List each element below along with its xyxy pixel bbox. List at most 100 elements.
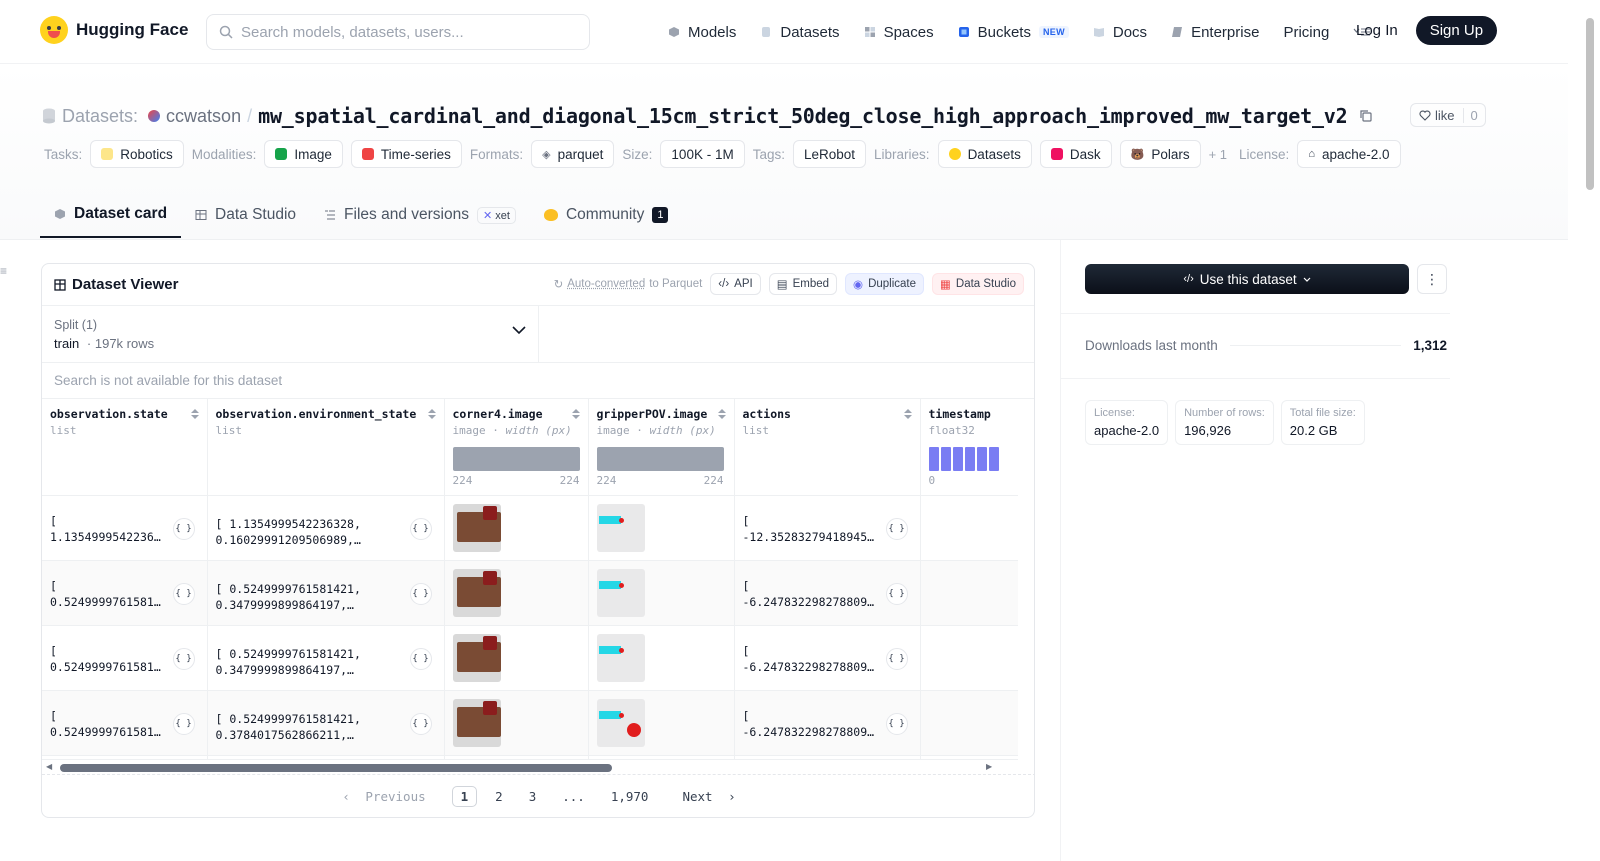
cell[interactable]: [ -6.247832298278809… { }: [734, 625, 921, 691]
histogram-bin[interactable]: [928, 447, 939, 471]
cell[interactable]: [588, 625, 735, 691]
cell[interactable]: [ 0.5249999761581… { }: [42, 560, 208, 626]
column-header[interactable]: actions list: [734, 399, 921, 496]
nav-datasets[interactable]: Datasets: [760, 18, 840, 46]
page-button[interactable]: 3: [521, 787, 545, 806]
like-button[interactable]: like 0: [1410, 103, 1486, 127]
scroll-right-icon[interactable]: ▶: [986, 762, 992, 771]
tab-dataset-card[interactable]: Dataset card: [40, 192, 182, 238]
page-button[interactable]: 1,970: [603, 787, 657, 806]
image-thumbnail[interactable]: [596, 568, 645, 617]
nav-models[interactable]: Models: [668, 18, 736, 46]
duplicate-button[interactable]: ◉ Duplicate: [845, 273, 925, 295]
more-options-icon[interactable]: ⋮: [1417, 264, 1447, 294]
image-thumbnail[interactable]: [596, 698, 645, 747]
sort-icon[interactable]: [717, 408, 726, 420]
cell[interactable]: [ -6.247832298278809… { }: [734, 560, 921, 626]
column-header[interactable]: observation.state list: [42, 399, 208, 496]
cell[interactable]: [444, 560, 589, 626]
cell[interactable]: [ 1.1354999542236… { }: [42, 495, 208, 561]
nav-buckets[interactable]: Buckets NEW: [958, 18, 1069, 46]
horizontal-scrollbar[interactable]: ◀ ▶: [42, 759, 1018, 773]
tag-datasets-lib[interactable]: Datasets: [937, 140, 1032, 168]
table-row[interactable]: [ 0.5249999761581… { } [ 0.52499997615814…: [42, 560, 1018, 626]
cell[interactable]: [444, 690, 589, 756]
image-thumbnail[interactable]: [452, 698, 501, 747]
page-scrollbar[interactable]: [1586, 18, 1594, 190]
cell[interactable]: [ 0.5249999761581… { }: [42, 690, 208, 756]
tag-robotics[interactable]: Robotics: [90, 140, 184, 168]
nav-spaces[interactable]: Spaces: [864, 18, 934, 46]
cell[interactable]: [ 0.5249999761581… { }: [42, 625, 208, 691]
page-button-current[interactable]: 1: [451, 786, 478, 807]
owner-link[interactable]: ccwatson: [166, 106, 241, 127]
image-thumbnail[interactable]: [452, 503, 501, 552]
datasets-prefix[interactable]: Datasets:: [62, 106, 138, 127]
table-row[interactable]: [ 0.5249999761581… { } [ 0.52499997615814…: [42, 625, 1018, 691]
cell[interactable]: [588, 690, 735, 756]
login-link[interactable]: Log In: [1356, 22, 1398, 39]
column-header[interactable]: corner4.image image · width (px) 224 224: [444, 399, 589, 496]
tag-lerobot[interactable]: LeRobot: [792, 140, 867, 168]
histogram-bin[interactable]: [940, 447, 951, 471]
image-thumbnail[interactable]: [452, 633, 501, 682]
column-header[interactable]: gripperPOV.image image · width (px) 224 224: [588, 399, 735, 496]
nav-enterprise[interactable]: Enterprise: [1171, 18, 1259, 46]
histogram-bin[interactable]: [964, 447, 975, 471]
cell[interactable]: [920, 495, 1018, 561]
data-grid[interactable]: observation.state list observation.enviro…: [42, 399, 1018, 759]
data-studio-button[interactable]: ▦ Data Studio: [932, 273, 1024, 295]
column-header[interactable]: timestamp float32 0: [920, 399, 1018, 496]
more-libraries[interactable]: + 1: [1209, 147, 1227, 162]
api-button[interactable]: ‹/› API: [710, 273, 761, 295]
tab-files[interactable]: Files and versions ✕ xet: [310, 192, 530, 238]
json-view-icon[interactable]: { }: [885, 517, 908, 540]
json-view-icon[interactable]: { }: [409, 582, 432, 605]
nav-pricing[interactable]: Pricing: [1283, 18, 1329, 46]
tag-parquet[interactable]: ◈ parquet: [531, 140, 615, 168]
use-this-dataset-button[interactable]: ‹/› Use this dataset: [1085, 264, 1409, 294]
image-thumbnail[interactable]: [596, 633, 645, 682]
histogram-bin[interactable]: [952, 447, 963, 471]
cell[interactable]: [ 0.5249999761581421, 0.3479999899864197…: [207, 560, 445, 626]
column-header[interactable]: observation.environment_state list: [207, 399, 445, 496]
nav-docs[interactable]: Docs: [1093, 18, 1147, 46]
histogram-bar[interactable]: [452, 447, 580, 471]
json-view-icon[interactable]: { }: [172, 712, 195, 735]
sort-icon[interactable]: [571, 408, 580, 420]
cell[interactable]: [920, 690, 1018, 756]
previous-page-button[interactable]: ‹ Previous: [334, 787, 441, 806]
logo[interactable]: Hugging Face: [40, 16, 188, 44]
cell[interactable]: [920, 560, 1018, 626]
cell[interactable]: [ 0.5249999761581421, 0.3784017562866211…: [207, 690, 445, 756]
json-view-icon[interactable]: { }: [409, 517, 432, 540]
json-view-icon[interactable]: { }: [409, 647, 432, 670]
tag-image[interactable]: Image: [264, 140, 343, 168]
json-view-icon[interactable]: { }: [172, 647, 195, 670]
json-view-icon[interactable]: { }: [885, 647, 908, 670]
copy-icon[interactable]: [1359, 109, 1373, 123]
page-button[interactable]: 2: [487, 787, 511, 806]
cell[interactable]: [444, 495, 589, 561]
histogram-bar[interactable]: [596, 447, 724, 471]
json-view-icon[interactable]: { }: [172, 517, 195, 540]
cell[interactable]: [ 0.5249999761581421, 0.3479999899864197…: [207, 625, 445, 691]
signup-button[interactable]: Sign Up: [1415, 16, 1498, 45]
tab-community[interactable]: Community 1: [530, 192, 683, 238]
search-input[interactable]: [241, 23, 561, 41]
cell[interactable]: [ -12.35283279418945… { }: [734, 495, 921, 561]
auto-converted-link[interactable]: Auto-converted: [567, 278, 645, 290]
json-view-icon[interactable]: { }: [172, 582, 195, 605]
cell[interactable]: [588, 560, 735, 626]
histogram-bin[interactable]: [976, 447, 987, 471]
horizontal-scroll-thumb[interactable]: [60, 764, 612, 772]
tag-license[interactable]: ⌂ apache-2.0: [1297, 140, 1401, 168]
tab-data-studio[interactable]: Data Studio: [181, 192, 310, 238]
tag-size[interactable]: 100K - 1M: [660, 140, 745, 168]
image-thumbnail[interactable]: [596, 503, 645, 552]
sort-icon[interactable]: [903, 408, 912, 420]
next-page-button[interactable]: Next ›: [666, 787, 743, 806]
sort-icon[interactable]: [427, 408, 436, 420]
cell[interactable]: [ 1.1354999542236328, 0.1602999120950698…: [207, 495, 445, 561]
side-panel-toggle-icon[interactable]: ≡: [0, 264, 10, 278]
